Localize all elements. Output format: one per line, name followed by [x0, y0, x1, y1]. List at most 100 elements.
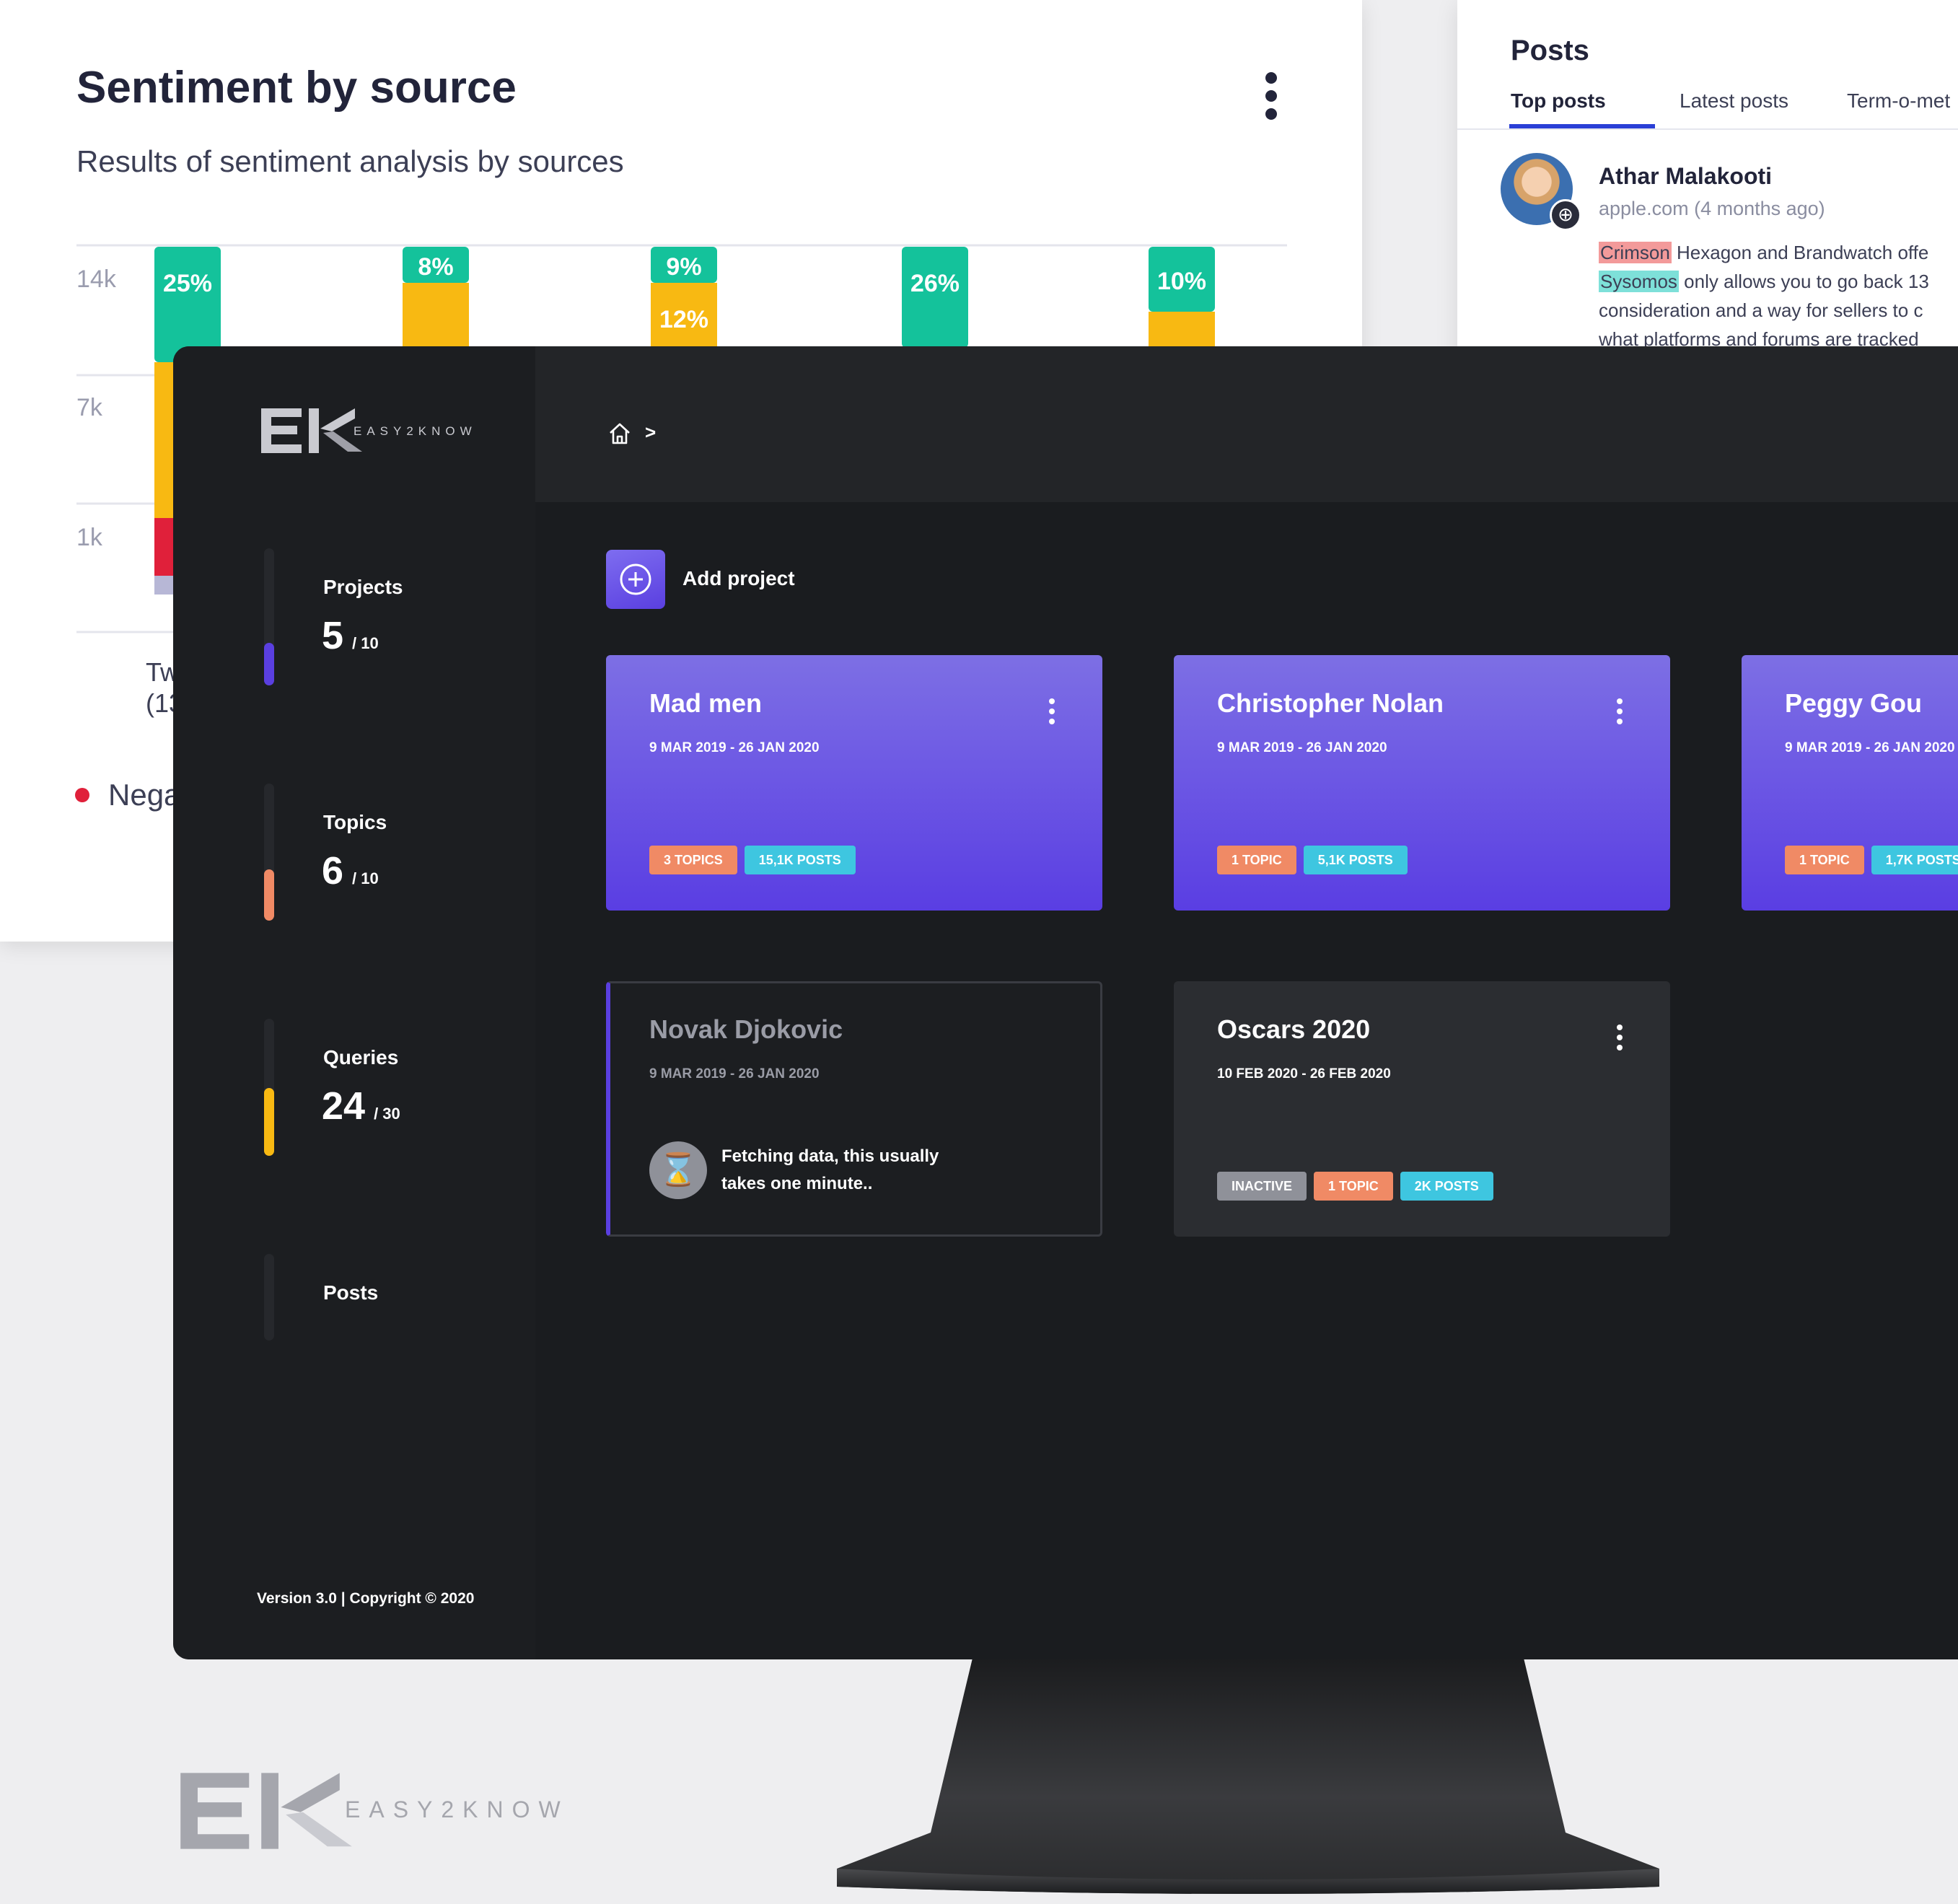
- stat-count: 6: [322, 849, 344, 892]
- project-card-novak-djokovic[interactable]: Novak Djokovic 9 MAR 2019 - 26 JAN 2020 …: [606, 981, 1102, 1237]
- vertical-dots-icon[interactable]: [1045, 697, 1059, 726]
- topics-badge: 1 TOPIC: [1785, 846, 1864, 874]
- brand-logo: [180, 1773, 352, 1849]
- sentiment-subtitle: Results of sentiment analysis by sources: [76, 144, 624, 178]
- legend-negative[interactable]: Nega: [75, 778, 180, 812]
- tab-latest-posts[interactable]: Latest posts: [1680, 89, 1788, 113]
- monitor-stand: [837, 1652, 1659, 1894]
- project-title: Peggy Gou: [1785, 688, 1923, 718]
- project-title: Mad men: [649, 688, 763, 718]
- progress-fill: [264, 1088, 274, 1156]
- bar-data-label: 12%: [659, 306, 708, 333]
- project-dates: 9 MAR 2019 - 26 JAN 2020: [649, 740, 820, 755]
- bar-segment: [154, 247, 221, 362]
- project-card-mad-men[interactable]: Mad men 9 MAR 2019 - 26 JAN 2020 3 TOPIC…: [606, 655, 1102, 911]
- project-tags: 1 TOPIC 1,7K POSTS: [1785, 846, 1958, 874]
- stat-value: 6 / 10: [322, 848, 379, 893]
- project-card-oscars-2020[interactable]: Oscars 2020 10 FEB 2020 - 26 FEB 2020 IN…: [1174, 981, 1670, 1237]
- stat-label: Projects: [323, 576, 403, 598]
- top-bar: [535, 346, 1958, 502]
- project-title: Oscars 2020: [1217, 1014, 1371, 1044]
- breadcrumb-separator: >: [645, 421, 657, 443]
- home-icon[interactable]: [607, 421, 632, 446]
- project-dates: 10 FEB 2020 - 26 FEB 2020: [1217, 1066, 1391, 1082]
- sentiment-title: Sentiment by source: [76, 63, 517, 113]
- stat-value: 5 / 10: [322, 613, 379, 658]
- post-line: Crimson Hexagon and Brandwatch offe: [1599, 238, 1958, 267]
- sentiment-menu-icon[interactable]: [1258, 71, 1284, 121]
- bar-data-label: 26%: [910, 270, 960, 297]
- stat-count: 5: [322, 614, 344, 657]
- legend-dot-icon: [75, 788, 89, 802]
- sidebar: EASY2KNOW Projects 5 / 10 Topics 6 / 10 Qu…: [173, 346, 535, 1659]
- project-dates: 9 MAR 2019 - 26 JAN 2020: [649, 1066, 820, 1082]
- legend-negative-label: Nega: [108, 778, 181, 812]
- project-title: Christopher Nolan: [1217, 688, 1444, 718]
- post-source[interactable]: apple.com (4 months ago): [1599, 198, 1825, 220]
- stat-label: Queries: [323, 1046, 399, 1069]
- y-tick-label: 14k: [76, 266, 117, 293]
- stat-label: Posts: [323, 1281, 379, 1304]
- post-text: Hexagon and Brandwatch offe: [1671, 242, 1929, 263]
- vertical-dots-icon[interactable]: [1612, 1023, 1627, 1052]
- stat-total: / 10: [352, 869, 379, 887]
- tabs-divider: [1457, 128, 1958, 130]
- posts-badge: 15,1K POSTS: [744, 846, 856, 874]
- project-tags: 1 TOPIC 5,1K POSTS: [1217, 846, 1408, 874]
- post-line: Sysomos only allows you to go back 13: [1599, 267, 1958, 296]
- project-dates: 9 MAR 2019 - 26 JAN 2020: [1785, 740, 1955, 755]
- topics-badge: 3 TOPICS: [649, 846, 737, 874]
- post-body: Crimson Hexagon and Brandwatch offe Syso…: [1599, 238, 1958, 354]
- posts-title: Posts: [1511, 35, 1589, 66]
- version-text: Version 3.0 | Copyright © 2020: [257, 1590, 475, 1607]
- add-project-label[interactable]: Add project: [682, 567, 795, 590]
- bar-data-label: 8%: [418, 253, 453, 281]
- highlight-term: Crimson: [1599, 242, 1672, 263]
- hourglass-icon: ⌛: [649, 1141, 707, 1199]
- project-card-christopher-nolan[interactable]: Christopher Nolan 9 MAR 2019 - 26 JAN 20…: [1174, 655, 1670, 911]
- stat-value: 24 / 30: [322, 1084, 400, 1128]
- topics-badge: 1 TOPIC: [1314, 1172, 1393, 1201]
- posts-badge: 5,1K POSTS: [1303, 846, 1408, 874]
- fetching-message: Fetching data, this usually takes one mi…: [721, 1146, 939, 1193]
- progress-fill: [264, 869, 274, 921]
- stat-label: Topics: [323, 811, 387, 833]
- project-title: Novak Djokovic: [649, 1014, 843, 1044]
- post-text: consideration and a way for sellers to c: [1599, 299, 1923, 321]
- globe-icon: ⊕: [1550, 199, 1581, 231]
- bar-segment: [902, 247, 968, 348]
- y-tick-label: 7k: [76, 394, 103, 421]
- project-dates: 9 MAR 2019 - 26 JAN 2020: [1217, 740, 1387, 755]
- add-project-button[interactable]: [606, 550, 665, 609]
- project-tags: INACTIVE 1 TOPIC 2K POSTS: [1217, 1172, 1493, 1201]
- post-line: consideration and a way for sellers to c: [1599, 296, 1958, 325]
- tab-term-o-meter[interactable]: Term-o-met: [1847, 89, 1950, 113]
- active-tab-indicator: [1509, 124, 1655, 128]
- app-logo[interactable]: [261, 407, 362, 455]
- topics-badge: 1 TOPIC: [1217, 846, 1296, 874]
- highlight-term: Sysomos: [1599, 271, 1679, 292]
- project-tags: 3 TOPICS 15,1K POSTS: [649, 846, 856, 874]
- bar-segment: [403, 283, 469, 352]
- plus-circle-icon: [620, 563, 651, 595]
- vertical-dots-icon[interactable]: [1612, 697, 1627, 726]
- post-author[interactable]: Athar Malakooti: [1599, 163, 1772, 190]
- stat-total: / 10: [352, 634, 379, 652]
- bar-data-label: 9%: [666, 253, 701, 281]
- posts-card: Posts Top posts Latest posts Term-o-met …: [1457, 0, 1958, 368]
- inactive-badge: INACTIVE: [1217, 1172, 1307, 1201]
- tab-top-posts[interactable]: Top posts: [1511, 89, 1606, 113]
- progress-fill: [264, 643, 274, 685]
- stat-count: 24: [322, 1084, 366, 1128]
- bar-data-label: 10%: [1157, 268, 1206, 295]
- posts-badge: 1,7K POSTS: [1871, 846, 1958, 874]
- post-text: only allows you to go back 13: [1678, 271, 1929, 292]
- project-card-peggy-gou[interactable]: Peggy Gou 9 MAR 2019 - 26 JAN 2020 1 TOP…: [1742, 655, 1958, 911]
- app-logo-text: EASY2KNOW: [354, 424, 477, 438]
- brand-logo-text: EASY2KNOW: [345, 1796, 569, 1822]
- posts-badge: 2K POSTS: [1400, 1172, 1493, 1201]
- stat-total: / 30: [374, 1105, 400, 1123]
- progress-track: [264, 1254, 274, 1341]
- bar-data-label: 25%: [163, 270, 212, 297]
- y-tick-label: 1k: [76, 524, 103, 551]
